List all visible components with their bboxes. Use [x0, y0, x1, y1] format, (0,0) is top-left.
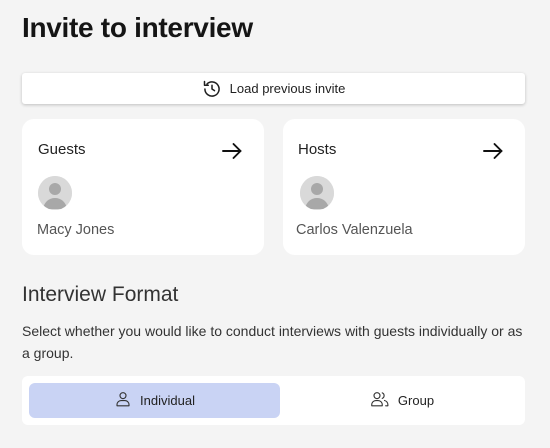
people-icon — [370, 390, 390, 411]
guests-label: Guests — [38, 141, 86, 158]
guest-name: Macy Jones — [37, 222, 115, 238]
load-previous-invite-label: Load previous invite — [229, 81, 346, 96]
group-option-button[interactable]: Group — [286, 383, 518, 418]
hosts-label: Hosts — [298, 141, 337, 158]
individual-option-button[interactable]: Individual — [29, 383, 280, 418]
host-name: Carlos Valenzuela — [296, 222, 413, 238]
guests-card: Guests Macy Jones — [22, 119, 264, 255]
group-option-label: Group — [397, 393, 435, 408]
hosts-card: Hosts Carlos Valenzuela — [283, 119, 525, 255]
interview-format-description: Select whether you would like to conduct… — [22, 323, 523, 361]
hosts-arrow-icon[interactable] — [481, 139, 505, 163]
host-avatar — [300, 176, 334, 210]
guests-arrow-icon[interactable] — [220, 139, 244, 163]
interview-format-title: Interview Format — [22, 283, 179, 306]
page-title: Invite to interview — [22, 12, 253, 43]
person-icon — [114, 390, 132, 411]
history-icon — [202, 79, 222, 99]
interview-format-toggle: Individual Group — [22, 376, 525, 425]
individual-option-label: Individual — [140, 393, 195, 408]
load-previous-invite-button[interactable]: Load previous invite — [22, 73, 525, 104]
guest-avatar — [38, 176, 72, 210]
invite-page: Invite to interview Load previous invite… — [0, 0, 550, 448]
